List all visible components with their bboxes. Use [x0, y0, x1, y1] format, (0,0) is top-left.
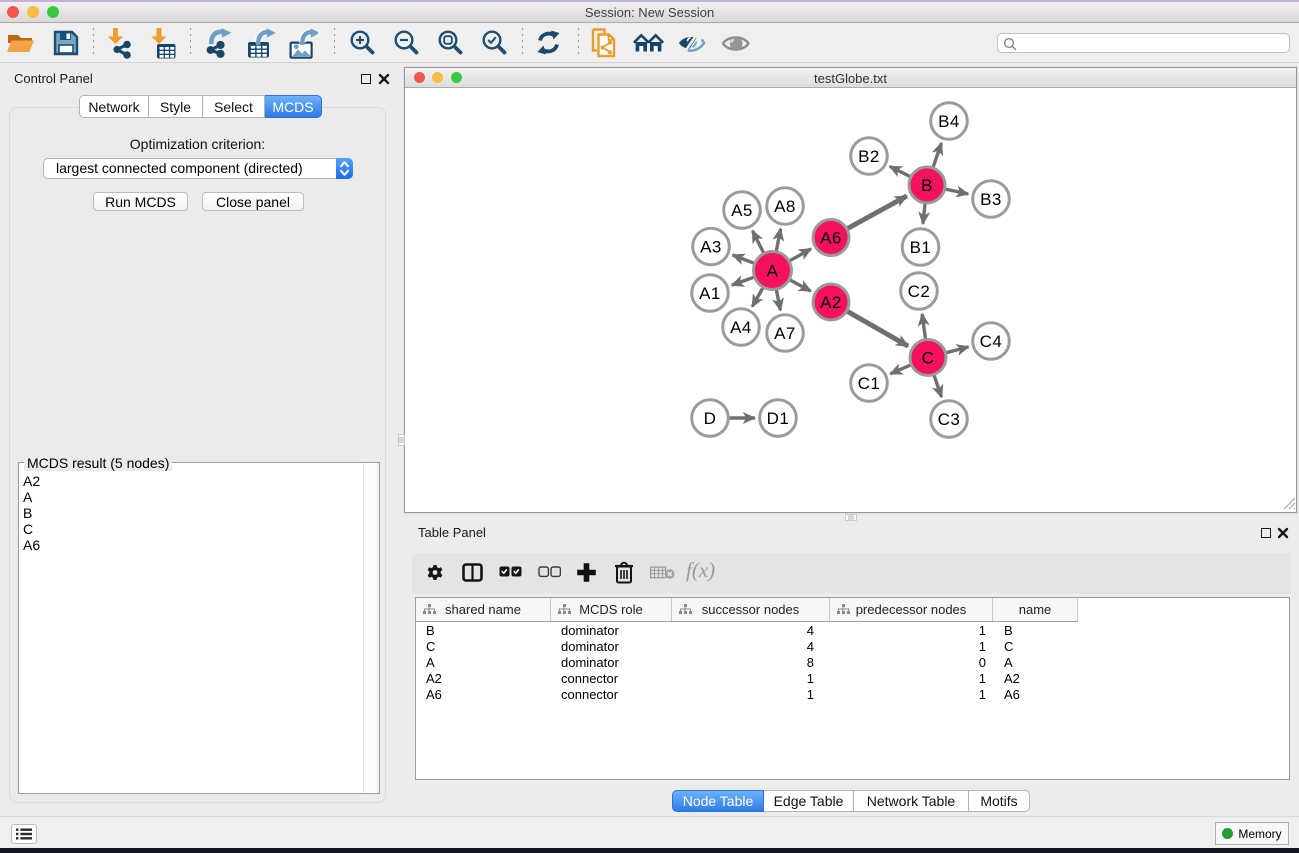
svg-text:C3: C3: [938, 410, 961, 429]
svg-text:C: C: [922, 349, 935, 368]
svg-text:C2: C2: [908, 282, 931, 301]
svg-text:C1: C1: [858, 374, 881, 393]
svg-text:B2: B2: [858, 147, 880, 166]
svg-text:D1: D1: [767, 409, 790, 428]
svg-text:A2: A2: [820, 293, 842, 312]
svg-text:A3: A3: [700, 238, 722, 257]
svg-text:A7: A7: [774, 324, 796, 343]
svg-text:D: D: [704, 409, 717, 428]
svg-text:A1: A1: [699, 284, 721, 303]
svg-text:B4: B4: [938, 112, 960, 131]
svg-text:C4: C4: [980, 332, 1003, 351]
svg-text:B3: B3: [980, 190, 1002, 209]
svg-text:B1: B1: [910, 238, 932, 257]
svg-text:A4: A4: [730, 318, 752, 337]
svg-text:A6: A6: [820, 229, 842, 248]
svg-text:B: B: [921, 176, 933, 195]
svg-text:A8: A8: [774, 197, 796, 216]
svg-text:A: A: [767, 262, 779, 281]
svg-text:A5: A5: [731, 201, 753, 220]
